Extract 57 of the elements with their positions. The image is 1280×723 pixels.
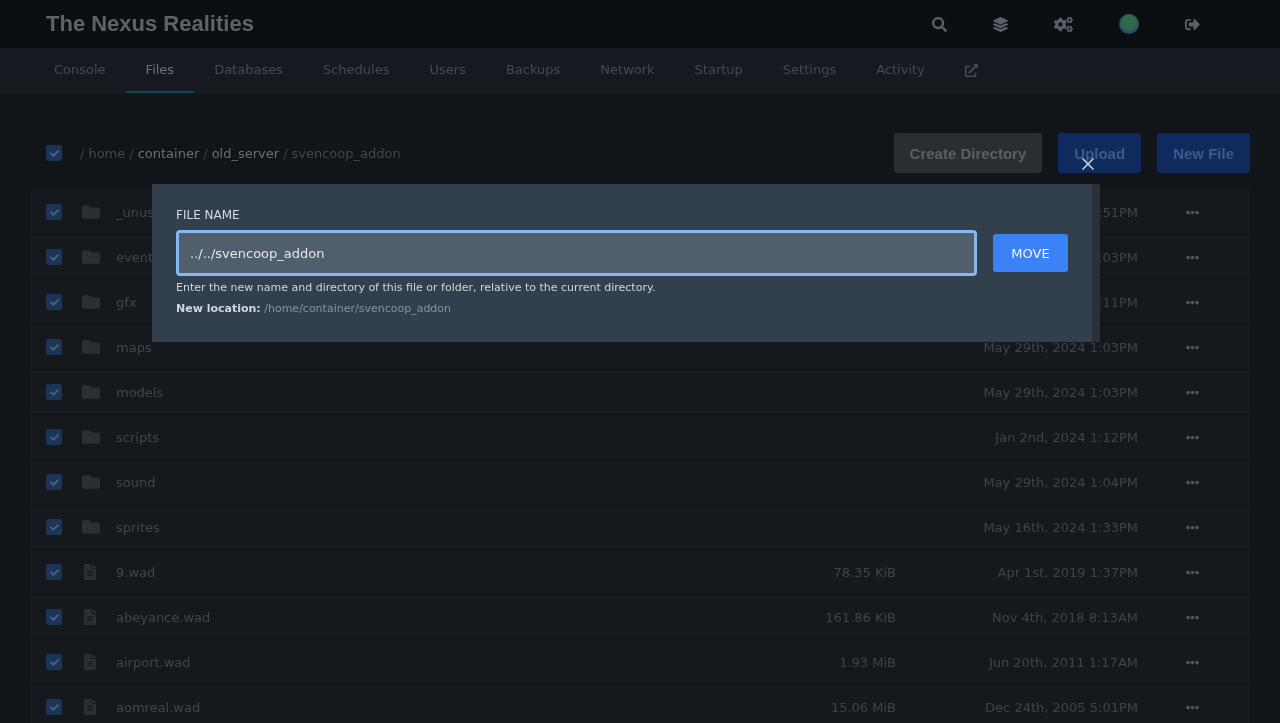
row-checkbox[interactable] [46, 699, 62, 715]
select-all-checkbox[interactable] [46, 145, 62, 161]
check-icon [49, 657, 59, 667]
check-icon [49, 387, 59, 397]
nav-tab[interactable]: Files [125, 48, 195, 93]
check-icon [49, 432, 59, 442]
row-checkbox[interactable] [46, 294, 62, 310]
row-checkbox[interactable] [46, 429, 62, 445]
check-icon [49, 702, 59, 712]
check-icon [49, 148, 59, 158]
folder-icon [82, 383, 100, 401]
search-icon[interactable] [932, 16, 947, 32]
sign-out-icon[interactable] [1185, 16, 1200, 32]
check-icon [49, 612, 59, 622]
row-checkbox[interactable] [46, 564, 62, 580]
breadcrumb-link[interactable]: container [137, 145, 200, 161]
check-icon [49, 522, 59, 532]
folder-icon [82, 293, 100, 311]
file-icon [82, 654, 98, 670]
file-icon [82, 609, 98, 625]
check-icon [49, 297, 59, 307]
folder-icon [82, 428, 100, 446]
folder-icon [82, 248, 100, 266]
file-icon [82, 699, 98, 715]
check-icon [49, 207, 59, 217]
file-name-field[interactable]: ../../svencoop_addon [176, 230, 977, 276]
path-separator: / [283, 145, 288, 161]
check-icon [49, 252, 59, 262]
check-icon [49, 567, 59, 577]
external-link-icon[interactable] [964, 64, 978, 77]
folder-icon [82, 338, 100, 356]
site-title: The Nexus Realities [46, 11, 255, 37]
move-button[interactable]: MOVE [993, 234, 1068, 272]
folder-icon [82, 473, 100, 491]
settings-icon[interactable] [1054, 14, 1073, 34]
row-checkbox[interactable] [46, 249, 62, 265]
row-checkbox[interactable] [46, 204, 62, 220]
check-icon [49, 477, 59, 487]
help-text: Enter the new name and directory of this file or folder, relative to the current directory. [176, 281, 657, 294]
row-checkbox[interactable] [46, 609, 62, 625]
path-separator: / [203, 145, 208, 161]
check-icon [49, 342, 59, 352]
row-checkbox[interactable] [46, 384, 62, 400]
row-checkbox[interactable] [46, 339, 62, 355]
path-separator: / [129, 145, 134, 161]
row-checkbox[interactable] [46, 474, 62, 490]
new-location-text: New location: /home/container/svencoop_addon [176, 302, 453, 315]
layers-icon[interactable] [993, 16, 1008, 32]
folder-icon [82, 203, 100, 221]
row-checkbox[interactable] [46, 654, 62, 670]
row-checkbox[interactable] [46, 519, 62, 535]
file-icon [82, 564, 98, 580]
avatar-icon[interactable] [1119, 14, 1139, 34]
field-label: FILE NAME [176, 208, 241, 222]
path-separator: / [80, 145, 85, 161]
folder-icon [82, 518, 100, 536]
breadcrumb-link[interactable]: old_server [211, 145, 280, 161]
